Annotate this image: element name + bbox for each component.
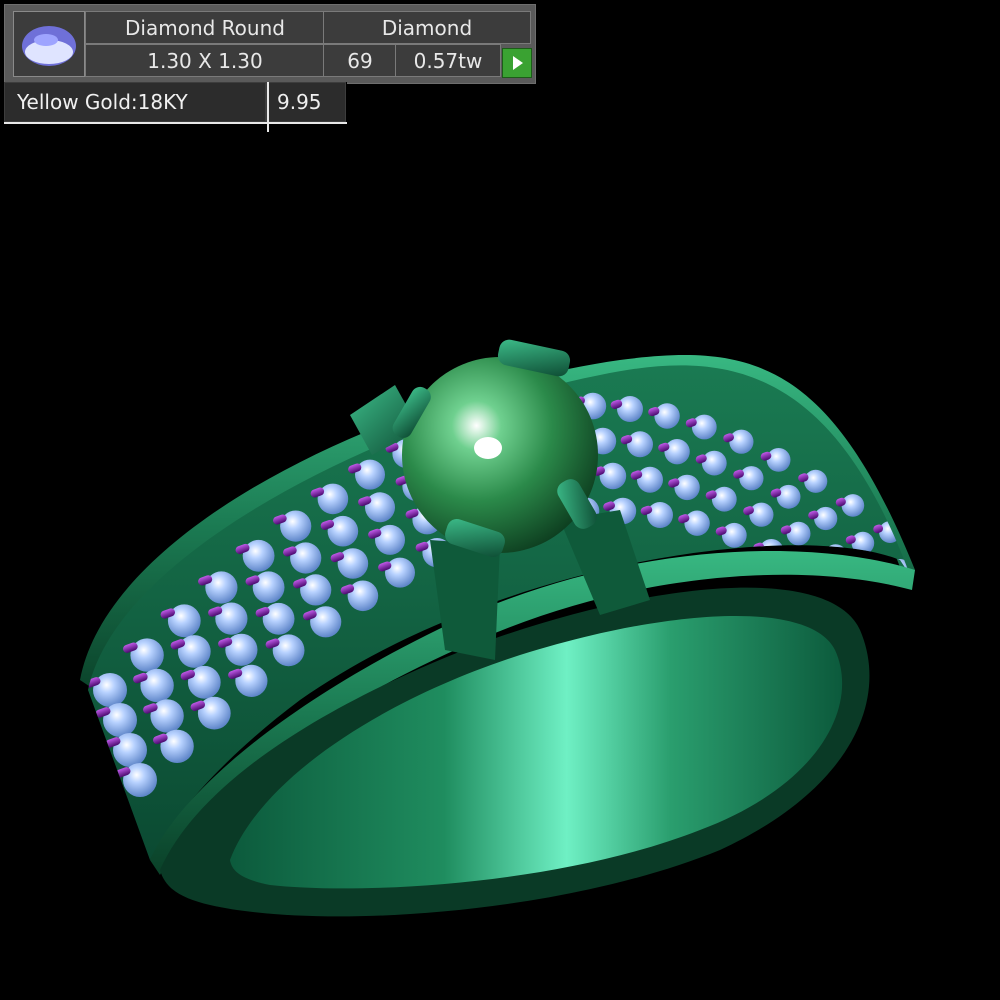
pave-stone: [721, 522, 747, 548]
pave-stone: [617, 396, 643, 422]
pave-stone: [627, 431, 653, 458]
pave-stone: [654, 403, 680, 429]
pave-stone: [909, 635, 910, 657]
pave-stone: [834, 581, 858, 605]
stone-info-panel: Diamond Round Diamond 1.30 X 1.30 69 0.5…: [4, 4, 536, 84]
play-icon: [513, 56, 523, 70]
pave-stone: [637, 466, 663, 493]
ring-designer-viewport: Diamond Round Diamond 1.30 X 1.30 69 0.5…: [0, 0, 1000, 1000]
round-diamond-icon: [13, 11, 85, 77]
pave-stone: [851, 531, 875, 555]
pave-stone: [749, 502, 774, 527]
pave-stone: [674, 474, 700, 501]
play-button[interactable]: [502, 48, 532, 78]
pave-stone: [599, 462, 627, 490]
pave-stone: [684, 510, 710, 536]
pave-stone: [375, 524, 405, 555]
metal-weight-value: 9.95: [266, 82, 346, 122]
pave-stone: [365, 492, 395, 523]
pave-stone: [691, 414, 717, 440]
pave-stone: [664, 439, 690, 465]
stone-count-value: 69: [323, 44, 397, 77]
stone-weight-value: 0.57tw: [395, 44, 501, 77]
panel-divider: [4, 122, 347, 124]
ring-3d-render[interactable]: [0, 0, 1000, 1000]
stone-type-label: Diamond: [323, 11, 531, 44]
pave-stone: [385, 557, 415, 588]
pave-stone: [647, 502, 673, 528]
pave-stone: [899, 597, 910, 619]
pave-stone: [711, 486, 737, 512]
metal-name-label: Yellow Gold:18KY: [4, 82, 266, 122]
pave-stone: [701, 450, 727, 476]
pave-stone: [871, 607, 895, 630]
pave-prong: [903, 638, 910, 648]
pave-prong: [828, 585, 839, 594]
stone-size-value: 1.30 X 1.30: [85, 44, 325, 77]
pave-stone: [814, 506, 838, 531]
pave-stone: [739, 466, 764, 491]
pave-stone: [804, 469, 828, 493]
pave-stone: [841, 494, 865, 517]
pave-stone: [776, 484, 801, 509]
pave-stone: [766, 448, 791, 472]
pave-stone: [355, 459, 385, 490]
column-divider: [267, 82, 269, 132]
pave-stone: [786, 521, 811, 546]
pave-stone: [729, 429, 754, 454]
stone-shape-label: Diamond Round: [85, 11, 325, 44]
pave-prong: [893, 600, 904, 610]
pave-prong: [865, 610, 876, 620]
metal-info-panel: Yellow Gold:18KY 9.95: [4, 82, 347, 132]
